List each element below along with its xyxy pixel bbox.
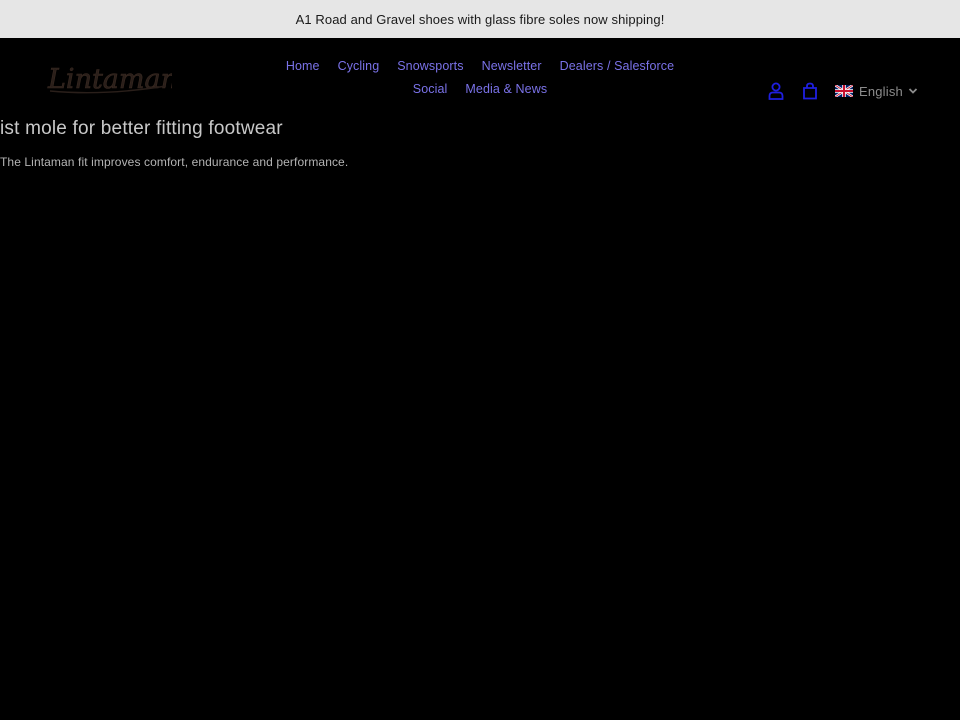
uk-flag-icon	[834, 85, 853, 97]
hero-subtitle: The Lintaman fit improves comfort, endur…	[0, 155, 349, 169]
hero-title: ist mole for better fitting footwear	[0, 118, 283, 139]
nav-item-newsletter[interactable]: Newsletter	[473, 58, 551, 75]
nav-item-dealers[interactable]: Dealers / Salesforce	[551, 58, 684, 75]
nav-item-cycling[interactable]: Cycling	[329, 58, 389, 75]
language-selector[interactable]: English	[834, 83, 918, 99]
announcement-text: A1 Road and Gravel shoes with glass fibr…	[295, 11, 665, 27]
logo[interactable]: Lintaman	[44, 58, 172, 100]
nav-item-snowsports[interactable]: Snowsports	[388, 58, 472, 75]
main-nav: Home Cycling Snowsports Newsletter Deale…	[270, 58, 690, 98]
account-icon[interactable]	[765, 80, 787, 102]
announcement-bar: A1 Road and Gravel shoes with glass fibr…	[0, 0, 960, 38]
chevron-down-icon	[908, 88, 918, 94]
svg-text:Lintaman: Lintaman	[47, 64, 172, 95]
nav-item-social[interactable]: Social	[404, 81, 457, 98]
header-actions: English	[753, 78, 918, 104]
cart-icon[interactable]	[799, 80, 821, 102]
nav-item-media-news[interactable]: Media & News	[456, 81, 556, 98]
logo-wordmark: Lintaman	[47, 64, 172, 96]
nav-item-home[interactable]: Home	[277, 58, 329, 75]
language-label: English	[858, 83, 903, 99]
site-header: Lintaman Home Cycling Snowsports Newslet…	[0, 38, 960, 118]
